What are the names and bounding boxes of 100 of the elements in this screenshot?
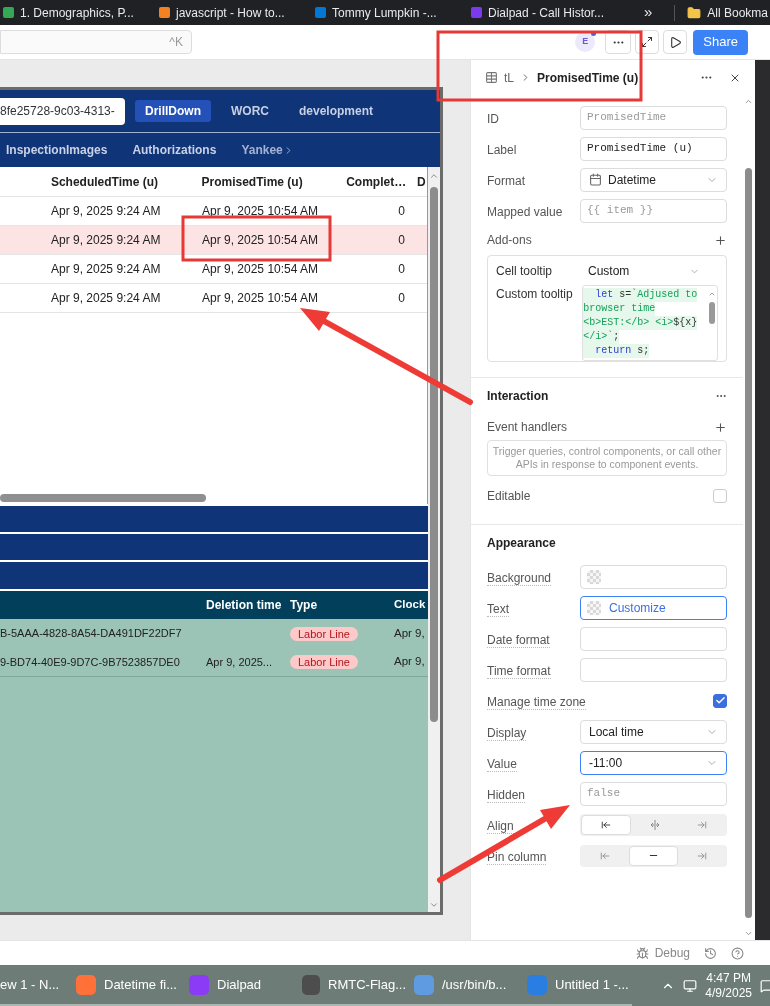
history-icon[interactable]: [704, 946, 717, 960]
field-label: Background: [487, 570, 552, 586]
table-cell-text: B-5AAA-4828-8A54-DA491DF22DF7: [0, 626, 183, 642]
field-label: Text: [487, 601, 509, 617]
field-label: Editable: [487, 488, 531, 505]
section-heading: Appearance: [487, 535, 556, 552]
bookmark-link[interactable]: 1. Demographics, P...: [20, 3, 134, 22]
code-input-field[interactable]: PromisedTime (u): [580, 136, 727, 161]
clock[interactable]: 4:47 PM 4/9/2025: [705, 970, 752, 1001]
align-left-icon: [600, 819, 611, 830]
app-icon: [76, 974, 96, 995]
select-field[interactable]: -11:00: [580, 750, 727, 775]
checkbox[interactable]: [713, 693, 727, 708]
vertical-scrollbar[interactable]: [428, 167, 440, 912]
scrollbar-thumb[interactable]: [744, 168, 752, 918]
notifications-icon[interactable]: [760, 978, 770, 993]
column-header[interactable]: ScheduledTime (u): [50, 172, 202, 191]
table-cell-text: Apr 9, 2025 9:24 AM: [51, 203, 162, 220]
field-label: Time format: [487, 663, 551, 679]
field-label: Cell tooltip: [496, 263, 554, 280]
code-editor[interactable]: let s=`Adjused to browser time <b>EST:</b> <i>${x} </i>`; return s;: [582, 285, 718, 361]
play-icon: [668, 35, 682, 49]
nav-link[interactable]: InspectionImages: [6, 141, 108, 159]
checkbox[interactable]: [713, 489, 727, 503]
field-label: Hidden: [487, 787, 526, 803]
field-label: Format: [487, 173, 525, 188]
scroll-down-icon[interactable]: [743, 929, 753, 938]
align-center-icon: [649, 819, 660, 830]
type-tag: Labor Line: [290, 655, 358, 669]
calendar-icon: [589, 173, 602, 186]
app-icon: [302, 974, 320, 995]
app-icon: [527, 974, 547, 995]
segment-button[interactable]: [581, 814, 631, 835]
taskbar-item[interactable]: RMTC-Flag...: [294, 965, 406, 1006]
table-cell: Apr 9, 2025...: [206, 656, 273, 668]
horizontal-scrollbar-thumb[interactable]: [0, 494, 206, 502]
code-input-field[interactable]: [580, 626, 727, 651]
column-header[interactable]: D: [417, 172, 427, 191]
share-button[interactable]: Share: [693, 29, 748, 55]
taskbar-item[interactable]: Datetime fi...: [68, 965, 181, 1006]
field-label: Label: [487, 142, 517, 157]
taskbar-item[interactable]: Untitled 1 -...: [519, 965, 632, 1006]
debug-button[interactable]: Debug: [654, 944, 690, 962]
app-icon: [189, 974, 209, 995]
breadcrumb-link[interactable]: tL: [504, 68, 514, 87]
folder-icon: [687, 5, 702, 20]
field-label: Manage time zone: [487, 694, 586, 710]
nav-tab[interactable]: development: [289, 100, 383, 122]
section-heading: Interaction: [487, 388, 549, 405]
id-input-field[interactable]: 8fe25728-9c03-4313-: [0, 97, 125, 125]
segment-button[interactable]: [628, 845, 679, 866]
bookmark-link[interactable]: Tommy Lumpkin -...: [332, 3, 437, 22]
add-icon[interactable]: [714, 233, 727, 247]
app-icon: [414, 974, 434, 995]
align-right-icon: [697, 850, 708, 861]
more-button[interactable]: [605, 30, 632, 54]
table-row[interactable]: Apr 9, 2025 9:24 AM Apr 9, 2025 10:54 AM 0: [0, 226, 427, 255]
select-field[interactable]: Custom: [588, 262, 718, 280]
column-header[interactable]: PromisedTime (u): [201, 172, 347, 191]
scroll-up-icon[interactable]: [708, 290, 716, 298]
fullscreen-button[interactable]: [635, 30, 660, 54]
align-right-icon: [697, 819, 708, 830]
table-icon: [485, 71, 498, 84]
field-label: Value: [487, 756, 517, 772]
preview-button[interactable]: [663, 30, 688, 54]
column-header[interactable]: Deletion time: [206, 596, 290, 614]
nav-link[interactable]: Yankee: [241, 141, 283, 159]
nav-tab[interactable]: WORC: [221, 100, 279, 122]
scrollbar-thumb[interactable]: [709, 302, 715, 324]
scroll-up-icon[interactable]: [743, 97, 753, 106]
code-input-field[interactable]: [580, 657, 727, 682]
transparent-swatch-icon: [587, 569, 601, 584]
column-header[interactable]: Complet…: [346, 172, 417, 191]
column-header[interactable]: Clock: [394, 596, 426, 614]
select-field[interactable]: Local time: [580, 719, 727, 744]
nav-tab[interactable]: DrillDown: [135, 100, 211, 122]
bookmark-link[interactable]: javascript - How to...: [176, 3, 285, 22]
field-label: Event handlers: [487, 419, 568, 436]
taskbar-item[interactable]: Dialpad: [181, 965, 294, 1006]
scroll-down-icon[interactable]: [429, 900, 439, 910]
taskbar-item[interactable]: /usr/bin/b...: [406, 965, 519, 1006]
scroll-up-icon[interactable]: [429, 171, 439, 181]
bookmark-link[interactable]: All Bookma: [707, 3, 769, 22]
transparent-swatch-icon: [587, 600, 601, 615]
taskbar-item[interactable]: ew 1 - N...: [0, 965, 68, 1006]
table-cell-text: 0: [397, 203, 405, 220]
more-bookmarks-button[interactable]: »: [644, 1, 653, 24]
field-label: Custom tooltip: [496, 286, 574, 303]
color-picker-field[interactable]: Customize: [580, 595, 727, 620]
empty-handlers-box: Trigger queries, control components, or call other APIs in response to component events.: [487, 440, 727, 476]
nav-link[interactable]: Authorizations: [132, 141, 217, 159]
add-icon[interactable]: [714, 420, 727, 434]
column-header[interactable]: Type: [290, 596, 394, 614]
field-label: Date format: [487, 632, 550, 648]
bookmark-link[interactable]: Dialpad - Call Histor...: [488, 3, 605, 22]
help-icon[interactable]: [731, 946, 744, 960]
network-icon[interactable]: [683, 978, 698, 993]
select-field[interactable]: Datetime: [580, 167, 727, 192]
color-picker-field[interactable]: [580, 564, 727, 589]
panel-title: PromisedTime (u): [537, 69, 639, 87]
